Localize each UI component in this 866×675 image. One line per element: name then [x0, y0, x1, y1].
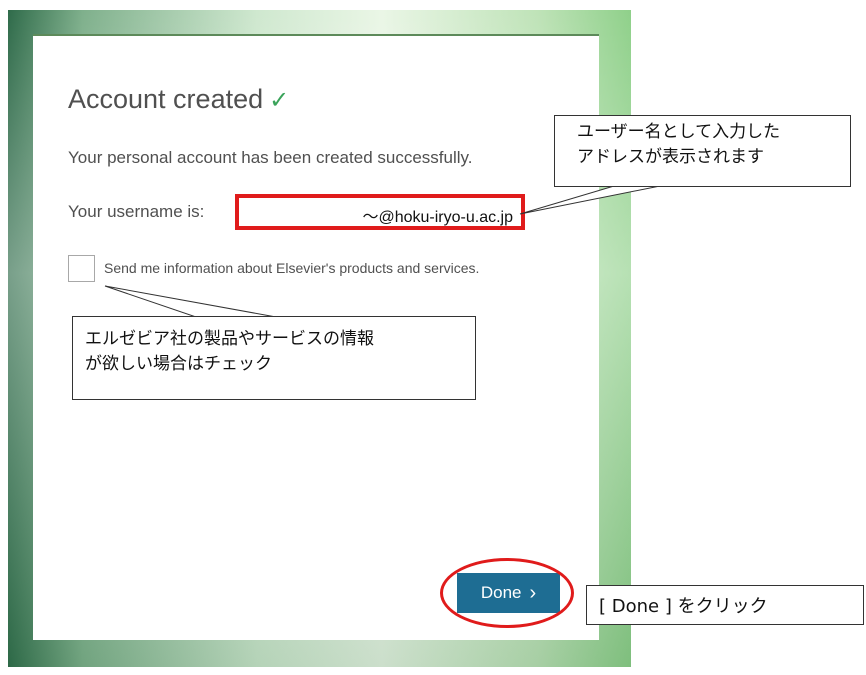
username-note-line2: アドレスが表示されます	[577, 147, 764, 167]
done-label: Done	[480, 583, 522, 602]
newsletter-label[interactable]: Send me information about Elsevier's pro…	[104, 260, 479, 276]
newsletter-callout: エルゼビア社の製品やサービスの情報 が欲しい場合はチェック	[72, 316, 476, 400]
newsletter-note-line1: エルゼビア社の製品やサービスの情報	[85, 329, 374, 349]
dialog-title: Account created ✓	[68, 84, 289, 115]
username-callout: ユーザー名として入力した アドレスが表示されます	[554, 115, 851, 187]
done-callout: [ Done ] をクリック	[586, 585, 864, 625]
newsletter-checkbox[interactable]	[68, 255, 95, 282]
title-text: Account created	[68, 84, 264, 114]
newsletter-note-line2: が欲しい場合はチェック	[85, 354, 272, 374]
username-highlight-box: ～@hoku-iryo-u.ac.jp	[235, 194, 525, 230]
success-message: Your personal account has been created s…	[68, 148, 473, 167]
done-button[interactable]: Done ›	[457, 573, 560, 613]
username-value: ～@hoku-iryo-u.ac.jp	[362, 209, 513, 226]
username-label: Your username is:	[68, 202, 205, 221]
chevron-right-icon: ›	[529, 582, 537, 604]
username-note-line1: ユーザー名として入力した	[577, 122, 781, 142]
check-icon: ✓	[269, 87, 290, 114]
done-note: [ Done ] をクリック	[599, 596, 768, 617]
